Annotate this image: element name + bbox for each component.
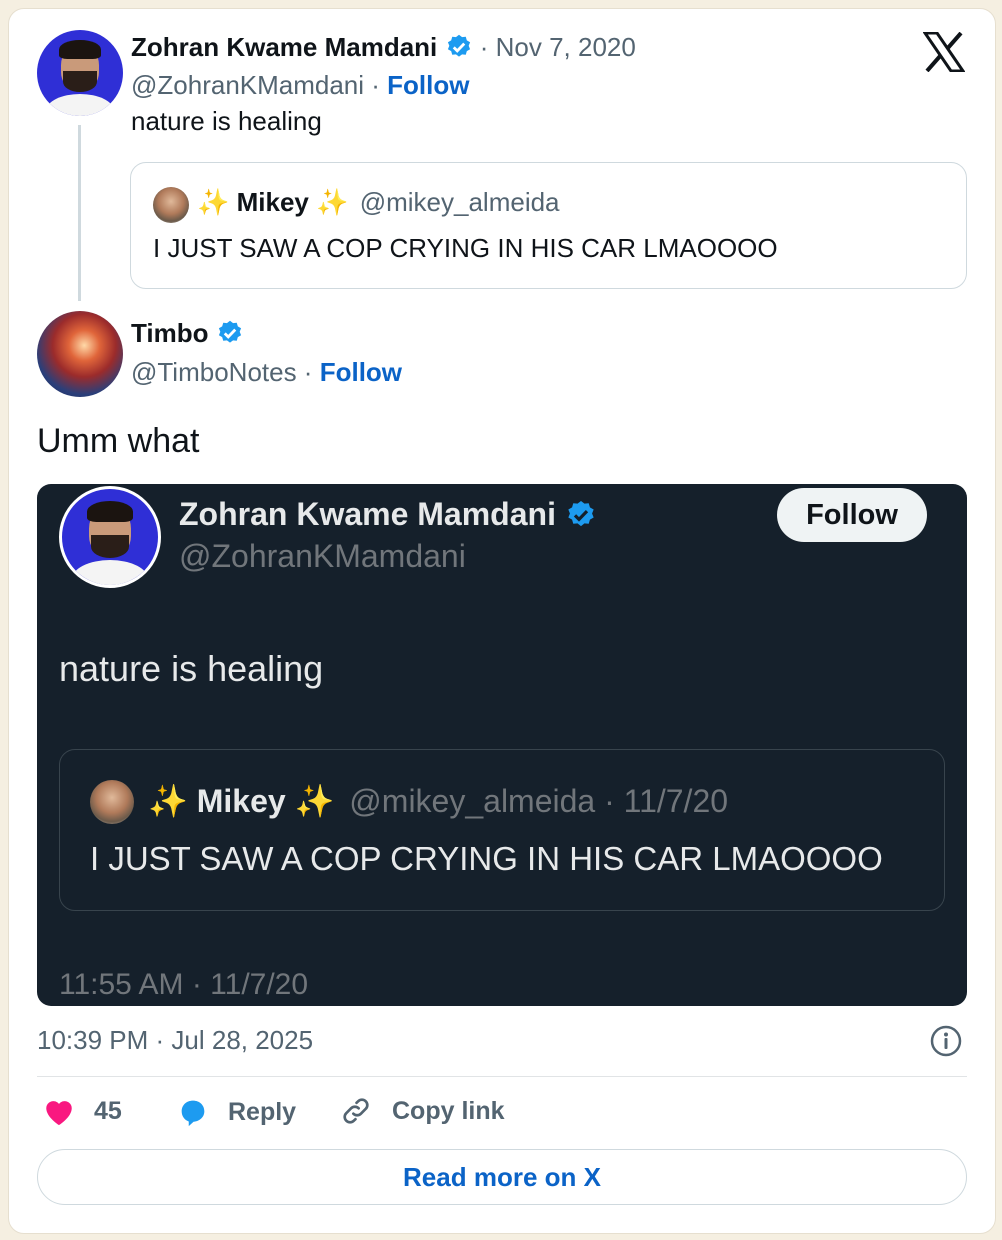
link-icon [343, 1098, 369, 1124]
like-count: 45 [94, 1096, 122, 1125]
quoted-tweet[interactable]: ✨ Mikey ✨ @mikey_almeida I JUST SAW A CO… [130, 162, 967, 289]
embed-quote-author-handle: @mikey_almeida [349, 783, 596, 819]
embed-timestamp: 11:55 AM · 11/7/20 [59, 968, 309, 1001]
author-line: Zohran Kwame Mamdani · Nov 7, 2020 [131, 32, 636, 63]
read-more-button[interactable]: Read more on X [37, 1149, 967, 1205]
heart-icon [46, 1101, 72, 1126]
follow-link[interactable]: Follow [387, 70, 469, 100]
embed-tweet-text: nature is healing [59, 648, 324, 689]
avatar [90, 780, 134, 824]
reply-label: Reply [228, 1097, 297, 1126]
author-handle[interactable]: @TimboNotes · [131, 357, 312, 387]
like-button[interactable]: 45 [42, 1095, 122, 1127]
verified-icon [568, 500, 594, 526]
copy-link-label: Copy link [392, 1096, 505, 1125]
thread-line [78, 125, 81, 301]
reply-button[interactable]: Reply [176, 1095, 296, 1129]
embed-author-name: Zohran Kwame Mamdani [179, 496, 556, 532]
avatar[interactable] [37, 30, 123, 116]
tweet-timestamp[interactable]: 10:39 PM · Jul 28, 2025 [37, 1025, 313, 1056]
copy-link-button[interactable]: Copy link [340, 1095, 505, 1127]
handle-line: @TimboNotes · Follow [131, 357, 402, 388]
reply-icon [181, 1100, 205, 1127]
author-handle[interactable]: @ZohranKMamdani · [131, 70, 380, 100]
x-logo-icon[interactable] [923, 32, 965, 72]
embed-quote-text: I JUST SAW A COP CRYING IN HIS CAR LMAOO… [90, 840, 883, 877]
author-line: Timbo [131, 318, 244, 349]
embed-quote-date: · 11/7/20 [604, 783, 729, 819]
sparkle-icon: ✨ [316, 187, 349, 217]
sparkle-icon: ✨ [197, 187, 230, 217]
tweet-text: nature is healing [131, 106, 322, 136]
sparkle-icon: ✨ [294, 783, 335, 819]
embed-quoted-tweet: ✨ Mikey ✨ @mikey_almeida · 11/7/20 I JUS… [59, 749, 945, 911]
quote-author-name: Mikey [236, 187, 309, 217]
tweet-text: Umm what [37, 422, 200, 460]
avatar [153, 187, 189, 223]
author-name[interactable]: Timbo [131, 318, 209, 348]
embed-quote-author-name: Mikey [196, 783, 286, 819]
avatar [59, 486, 161, 588]
verified-icon [218, 320, 241, 343]
embed-follow-button: Follow [777, 488, 927, 542]
tweet-date[interactable]: · Nov 7, 2020 [480, 32, 636, 62]
avatar[interactable] [37, 311, 123, 397]
quote-author-handle: @mikey_almeida [359, 187, 560, 217]
embed-author-handle: @ZohranKMamdani [179, 538, 466, 574]
embedded-screenshot: Zohran Kwame Mamdani @ZohranKMamdani Fol… [37, 484, 967, 1006]
author-name[interactable]: Zohran Kwame Mamdani [131, 32, 437, 62]
follow-link[interactable]: Follow [320, 357, 402, 387]
verified-icon [447, 34, 470, 57]
divider [37, 1076, 967, 1077]
quote-text: I JUST SAW A COP CRYING IN HIS CAR LMAOO… [153, 233, 778, 263]
sparkle-icon: ✨ [148, 783, 188, 819]
handle-line: @ZohranKMamdani · Follow [131, 70, 470, 101]
info-icon[interactable] [929, 1024, 963, 1058]
